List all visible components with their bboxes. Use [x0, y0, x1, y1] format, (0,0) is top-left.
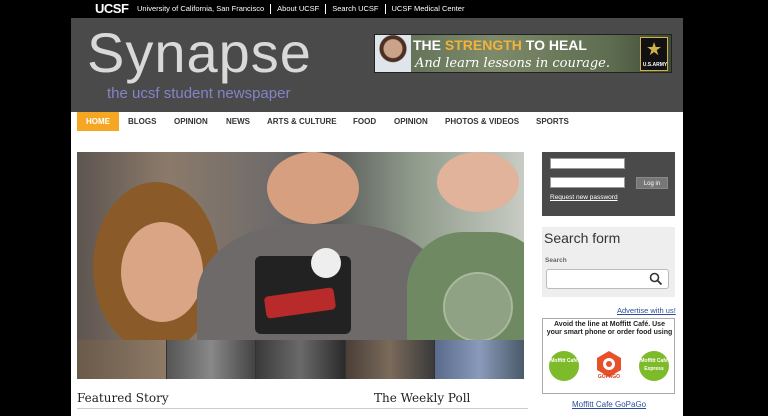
featured-slideshow [77, 152, 524, 379]
search-icon[interactable] [649, 272, 663, 286]
photo-badge [311, 248, 341, 278]
nav-sports[interactable]: SPORTS [527, 112, 578, 131]
slide-thumbnail[interactable] [345, 340, 436, 379]
nav-photos-videos[interactable]: PHOTOS & VIDEOS [436, 112, 528, 131]
photo-face-left [121, 222, 203, 322]
slide-thumbnail[interactable] [166, 340, 257, 379]
search-label: Search [545, 257, 567, 264]
slide-thumbnail[interactable] [256, 340, 346, 379]
ucsf-links: University of California, San Francisco … [131, 4, 470, 14]
ucsf-top-bar: UCSF University of California, San Franc… [71, 0, 683, 18]
featured-story-heading: Featured Story [77, 391, 169, 405]
gopago-label: GOPAGO [597, 374, 621, 380]
slide-thumbnail[interactable] [77, 340, 167, 379]
nav-food[interactable]: FOOD [344, 112, 385, 131]
photo-face-center [267, 152, 359, 224]
moffitt-cafe-logo: Moffitt Café [549, 351, 579, 381]
nav-news[interactable]: NEWS [217, 112, 259, 131]
banner-ad[interactable]: THE STRENGTH TO HEAL And learn lessons i… [374, 34, 672, 73]
ucsf-link-about[interactable]: About UCSF [270, 4, 325, 14]
ucsf-link-search[interactable]: Search UCSF [325, 4, 384, 14]
login-block: Log in Request new password [542, 152, 675, 216]
search-block: Search form Search [542, 227, 675, 297]
ucsf-link-medical-center[interactable]: UCSF Medical Center [384, 4, 471, 14]
weekly-poll-heading: The Weekly Poll [374, 391, 471, 405]
nav-opinion-2[interactable]: OPINION [385, 112, 437, 131]
nav-opinion[interactable]: OPINION [165, 112, 217, 131]
login-button[interactable]: Log in [636, 177, 668, 189]
slide-thumbnail[interactable] [435, 340, 524, 379]
moffitt-gopago-link[interactable]: Moffitt Cafe GoPaGo [572, 400, 646, 409]
section-divider [77, 408, 528, 409]
search-form-title: Search form [544, 230, 621, 246]
page: UCSF University of California, San Franc… [71, 0, 683, 416]
army-logo-text: U.S.ARMY [642, 62, 668, 68]
ad-photo [375, 35, 411, 72]
username-field[interactable] [550, 158, 625, 169]
ucsf-logo[interactable]: UCSF [95, 1, 129, 16]
main-nav: HOME BLOGS OPINION NEWS ARTS & CULTURE F… [71, 112, 683, 132]
photo-face-right [437, 152, 519, 212]
army-logo: ★ U.S.ARMY [640, 37, 668, 71]
ad-headline: THE STRENGTH TO HEAL [413, 37, 587, 53]
moffitt-express-logo: Moffitt Café Express [639, 351, 669, 381]
ucsf-link-university[interactable]: University of California, San Francisco [131, 4, 270, 14]
slide-main-image[interactable] [77, 152, 524, 340]
nav-blogs[interactable]: BLOGS [119, 112, 165, 131]
ad-tagline: And learn lessons in courage. [415, 56, 610, 71]
advertise-link[interactable]: Advertise with us! [617, 306, 676, 315]
nav-home[interactable]: HOME [77, 112, 119, 131]
request-password-link[interactable]: Request new password [550, 194, 618, 201]
nav-arts-culture[interactable]: ARTS & CULTURE [258, 112, 346, 131]
moffitt-ad-text: Avoid the line at Moffitt Café. Use your… [546, 321, 673, 336]
star-icon: ★ [646, 39, 663, 59]
site-slogan: the ucsf student newspaper [107, 85, 291, 102]
photo-shirt-seal [443, 272, 513, 340]
slide-thumbnails [77, 340, 524, 379]
moffitt-ad[interactable]: Avoid the line at Moffitt Café. Use your… [542, 318, 675, 394]
password-field[interactable] [550, 177, 625, 188]
site-name[interactable]: Synapse [87, 20, 312, 85]
site-header: Synapse the ucsf student newspaper THE S… [71, 18, 683, 112]
